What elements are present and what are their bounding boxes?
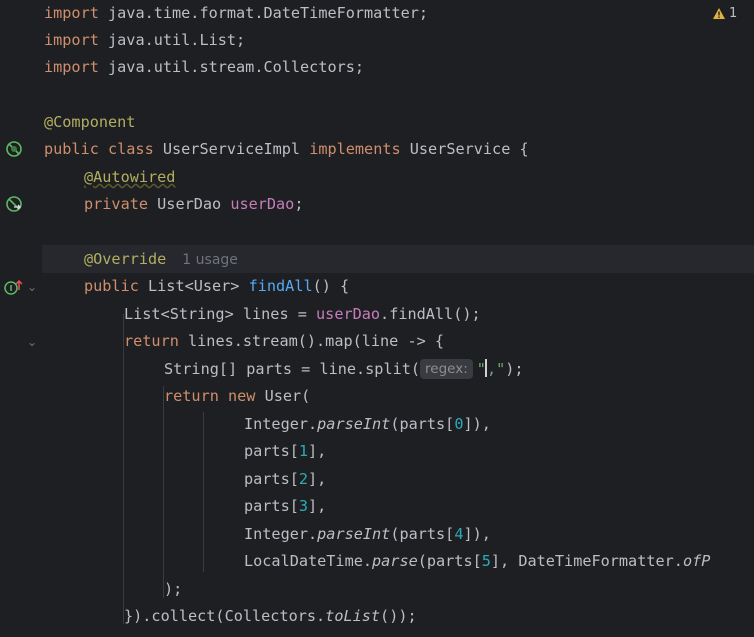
- code-line-19: parts[3],: [244, 497, 327, 515]
- code-line-8: private UserDao userDao;: [84, 195, 304, 213]
- spring-bean-icon[interactable]: [4, 139, 24, 159]
- code-editor[interactable]: ⌄ ⌄ 1 import java.time.format.DateTimeFo…: [0, 0, 754, 637]
- code-line-18: parts[2],: [244, 470, 327, 488]
- spring-bean-autowired-icon[interactable]: [4, 194, 24, 214]
- code-line-5: @Component: [44, 113, 136, 131]
- code-line-14: String[] parts = line.split(regex: ",");: [164, 359, 524, 379]
- code-line-22: );: [164, 580, 183, 598]
- chevron-down-icon[interactable]: ⌄: [27, 280, 37, 294]
- code-line-13: return lines.stream().map(line -> {: [124, 332, 445, 350]
- indent-guide: [203, 412, 204, 572]
- code-line-6: public class UserServiceImpl implements …: [44, 140, 529, 158]
- code-line-10: @Override 1 usage: [84, 250, 238, 268]
- implementing-method-icon[interactable]: [3, 277, 25, 297]
- code-line-17: parts[1],: [244, 442, 327, 460]
- code-line-15: return new User(: [164, 387, 311, 405]
- chevron-down-icon[interactable]: ⌄: [27, 335, 37, 349]
- code-line-2: import java.util.List;: [44, 31, 246, 49]
- code-line-11: public List<User> findAll() {: [84, 277, 350, 295]
- code-line-7: @Autowired: [84, 168, 176, 186]
- code-line-23: }).collect(Collectors.toList());: [124, 607, 417, 625]
- code-area[interactable]: import java.time.format.DateTimeFormatte…: [44, 0, 754, 637]
- code-line-21: LocalDateTime.parse(parts[5], DateTimeFo…: [244, 552, 711, 570]
- editor-gutter: ⌄ ⌄: [0, 0, 42, 637]
- indent-guide: [163, 386, 164, 598]
- code-line-16: Integer.parseInt(parts[0]),: [244, 415, 491, 433]
- code-line-12: List<String> lines = userDao.findAll();: [124, 305, 481, 323]
- code-line-3: import java.util.stream.Collectors;: [44, 58, 365, 76]
- usage-hint[interactable]: 1 usage: [182, 252, 238, 268]
- indent-guide: [123, 314, 124, 624]
- parameter-hint: regex:: [420, 359, 473, 379]
- code-line-20: Integer.parseInt(parts[4]),: [244, 525, 491, 543]
- code-line-1: import java.time.format.DateTimeFormatte…: [44, 4, 429, 22]
